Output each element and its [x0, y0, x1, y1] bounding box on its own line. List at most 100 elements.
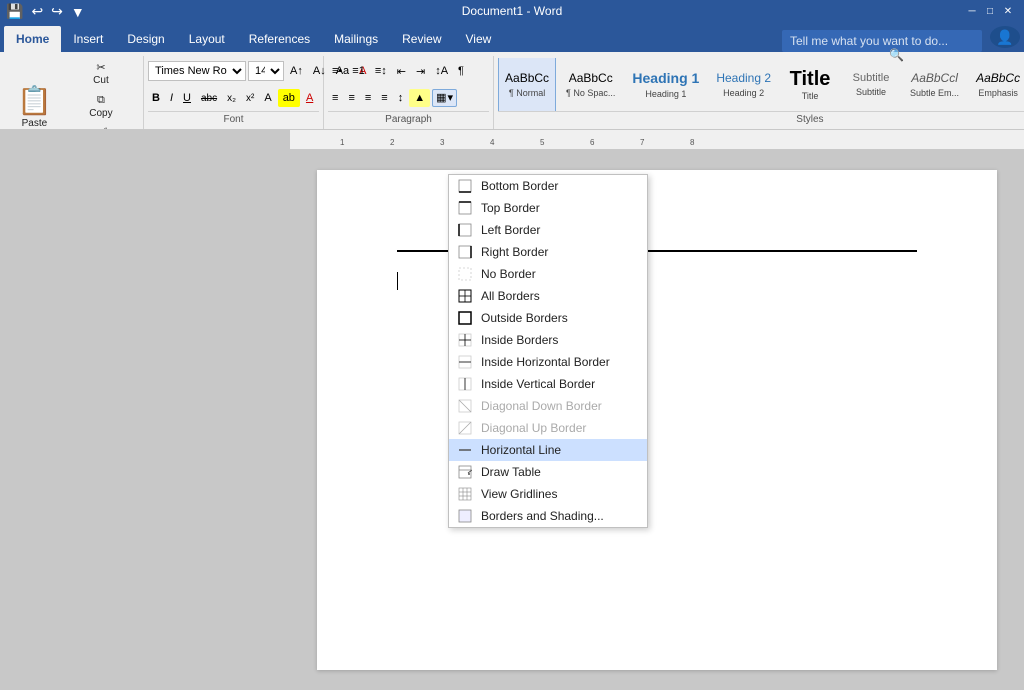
paste-button[interactable]: 📋 Paste — [8, 78, 61, 131]
menu-item-view-gridlines[interactable]: View Gridlines — [449, 483, 647, 505]
menu-item-top-border[interactable]: Top Border — [449, 197, 647, 219]
borders-shading-icon — [457, 508, 473, 524]
copy-label: Copy — [89, 108, 112, 119]
align-right-btn[interactable]: ≡ — [361, 89, 375, 107]
strikethrough-btn[interactable]: abc — [197, 89, 221, 107]
no-border-label: No Border — [481, 267, 639, 281]
show-hide-btn[interactable]: ¶ — [454, 62, 468, 80]
paragraph-group: ≡• ≡1 ≡↕ ⇤ ⇥ ↕A ¶ ≡ ≡ ≡ ≡ ↕ ▲ ▦ ▾ — [324, 56, 494, 129]
menu-item-left-border[interactable]: Left Border — [449, 219, 647, 241]
left-border-icon — [457, 222, 473, 238]
style-heading2[interactable]: Heading 2 Heading 2 — [709, 58, 778, 111]
grow-font-btn[interactable]: A↑ — [286, 62, 307, 80]
all-borders-label: All Borders — [481, 289, 639, 303]
highlight-btn[interactable]: ab — [278, 89, 300, 107]
bullets-btn[interactable]: ≡• — [328, 62, 346, 80]
style-emphasis[interactable]: AaBbCc Emphasis — [969, 58, 1024, 111]
style-subtle-em[interactable]: AaBbCcl Subtle Em... — [903, 58, 966, 111]
close-btn[interactable]: ✕ — [1000, 3, 1016, 19]
cut-button[interactable]: ✂ Cut — [63, 58, 139, 89]
save-quick-btn[interactable]: 💾 — [4, 2, 25, 21]
multilevel-btn[interactable]: ≡↕ — [371, 62, 391, 80]
font-family-select[interactable]: Times New Ro — [148, 61, 246, 81]
menu-item-inside-vert[interactable]: Inside Vertical Border — [449, 373, 647, 395]
paste-label: Paste — [22, 118, 48, 129]
inside-borders-icon — [457, 332, 473, 348]
tab-design[interactable]: Design — [115, 26, 176, 52]
decrease-indent-btn[interactable]: ⇤ — [393, 62, 410, 80]
ruler: 1 2 3 4 5 6 7 8 — [0, 130, 1024, 150]
menu-item-bottom-border[interactable]: Bottom Border — [449, 175, 647, 197]
menu-item-draw-table[interactable]: Draw Table — [449, 461, 647, 483]
tab-mailings[interactable]: Mailings — [322, 26, 390, 52]
left-border-label: Left Border — [481, 223, 639, 237]
undo-quick-btn[interactable]: ↩ — [29, 2, 45, 21]
menu-item-inside-horiz[interactable]: Inside Horizontal Border — [449, 351, 647, 373]
sidebar — [0, 150, 290, 690]
borders-dropdown-btn[interactable]: ▦ ▾ — [432, 89, 457, 107]
tab-review[interactable]: Review — [390, 26, 453, 52]
font-size-select[interactable]: 14 — [248, 61, 284, 81]
borders-dropdown-menu: Bottom Border Top Border Left Border Rig… — [448, 174, 648, 528]
outside-borders-icon — [457, 310, 473, 326]
clipboard-group: 📋 Paste ✂ Cut ⧉ Copy 🖌 Format Painter — [4, 56, 144, 129]
bottom-border-icon — [457, 178, 473, 194]
superscript-btn[interactable]: x² — [242, 89, 258, 107]
menu-item-no-border[interactable]: No Border — [449, 263, 647, 285]
paragraph-group-label: Paragraph — [328, 111, 489, 127]
redo-quick-btn[interactable]: ↪ — [49, 2, 65, 21]
menu-item-diag-down: Diagonal Down Border — [449, 395, 647, 417]
style-title[interactable]: Title Title — [781, 58, 839, 111]
maximize-btn[interactable]: □ — [982, 3, 998, 19]
inside-horiz-border-icon — [457, 354, 473, 370]
style-heading1[interactable]: Heading 1 Heading 1 — [625, 58, 706, 111]
menu-item-right-border[interactable]: Right Border — [449, 241, 647, 263]
font-color-btn[interactable]: A — [302, 89, 317, 107]
style-heading2-label: Heading 2 — [723, 88, 764, 98]
style-subtle-em-label: Subtle Em... — [910, 88, 959, 98]
tab-home[interactable]: Home — [4, 26, 61, 52]
font-group: Times New Ro 14 A↑ A↓ Aa A B I U abc x₂ … — [144, 56, 324, 129]
menu-item-borders-shading[interactable]: Borders and Shading... — [449, 505, 647, 527]
document[interactable] — [317, 170, 997, 670]
justify-btn[interactable]: ≡ — [377, 89, 391, 107]
no-border-icon — [457, 266, 473, 282]
paragraph-row2: ≡ ≡ ≡ ≡ ↕ ▲ ▦ ▾ — [328, 85, 489, 112]
italic-btn[interactable]: I — [166, 89, 177, 107]
menu-item-all-borders[interactable]: All Borders — [449, 285, 647, 307]
style-subtitle-preview: Subtitle — [853, 72, 890, 85]
bold-btn[interactable]: B — [148, 89, 164, 107]
menu-item-outside-borders[interactable]: Outside Borders — [449, 307, 647, 329]
search-input[interactable] — [782, 30, 982, 52]
style-title-preview: Title — [790, 69, 831, 89]
sort-btn[interactable]: ↕A — [431, 62, 452, 80]
tab-view[interactable]: View — [454, 26, 504, 52]
text-effects-btn[interactable]: A — [260, 89, 275, 107]
tab-references[interactable]: References — [237, 26, 322, 52]
style-no-spacing[interactable]: AaBbCc ¶ No Spac... — [559, 58, 622, 111]
style-subtitle[interactable]: Subtitle Subtitle — [842, 58, 900, 111]
diag-down-label: Diagonal Down Border — [481, 399, 639, 413]
align-left-btn[interactable]: ≡ — [328, 89, 342, 107]
window-title: Document1 - Word — [462, 4, 562, 18]
style-normal-label: ¶ Normal — [509, 88, 545, 98]
underline-btn[interactable]: U — [179, 89, 195, 107]
cut-label: Cut — [93, 75, 109, 86]
tab-layout[interactable]: Layout — [177, 26, 237, 52]
menu-item-inside-borders[interactable]: Inside Borders — [449, 329, 647, 351]
align-center-btn[interactable]: ≡ — [344, 89, 358, 107]
copy-button[interactable]: ⧉ Copy — [63, 91, 139, 122]
subscript-btn[interactable]: x₂ — [223, 89, 240, 107]
tab-insert[interactable]: Insert — [61, 26, 115, 52]
minimize-btn[interactable]: ─ — [964, 3, 980, 19]
menu-item-horiz-line[interactable]: Horizontal Line — [449, 439, 647, 461]
ruler-mark-1: 1 — [340, 138, 344, 147]
line-spacing-btn[interactable]: ↕ — [394, 89, 408, 107]
style-normal[interactable]: AaBbCc ¶ Normal — [498, 58, 556, 111]
font-row1: Times New Ro 14 A↑ A↓ Aa A — [148, 58, 319, 84]
numbering-btn[interactable]: ≡1 — [348, 62, 369, 80]
shading-btn[interactable]: ▲ — [409, 89, 430, 107]
qa-dropdown-btn[interactable]: ▼ — [69, 3, 87, 21]
increase-indent-btn[interactable]: ⇥ — [412, 62, 429, 80]
ruler-mark-5: 5 — [540, 138, 544, 147]
